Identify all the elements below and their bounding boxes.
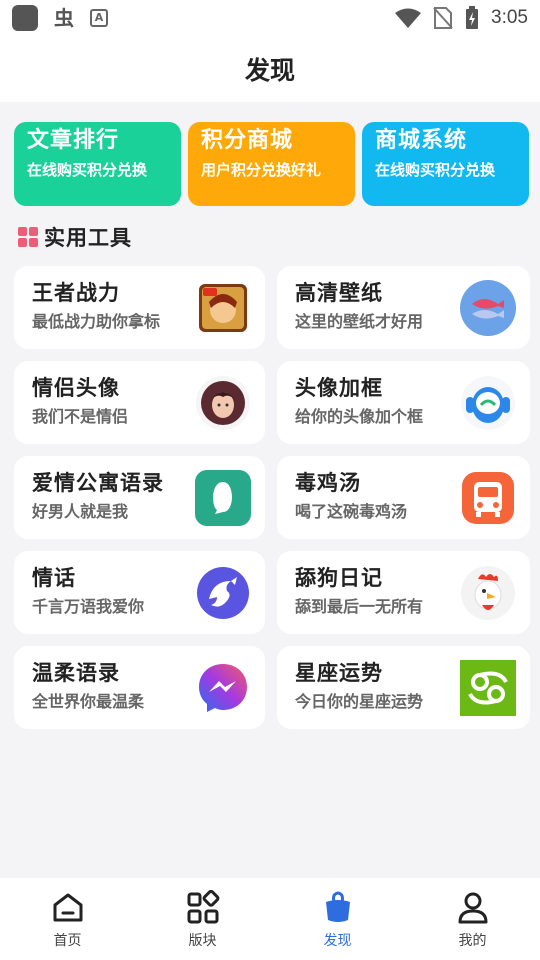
tab-label: 我的	[458, 933, 487, 949]
tab-label: 发现	[323, 933, 352, 949]
chat-bubble-icon	[195, 470, 251, 526]
bus-icon	[462, 472, 514, 524]
feature-title: 商城系统	[375, 128, 468, 153]
tab-mine[interactable]: 我的	[405, 878, 540, 960]
tool-card-ipartment-quotes[interactable]: 爱情公寓语录 好男人就是我	[14, 456, 265, 539]
rooster-icon	[461, 566, 515, 620]
no-sim-icon	[433, 7, 453, 29]
tool-card-king-power[interactable]: 王者战力 最低战力助你拿标	[14, 266, 265, 349]
feature-card-article-ranking[interactable]: 文章排行 在线购买积分兑换	[14, 122, 181, 206]
feature-desc: 在线购买积分兑换	[27, 161, 148, 179]
grid-icon	[18, 227, 38, 247]
user-icon	[458, 892, 487, 924]
feature-title: 文章排行	[27, 128, 120, 153]
feature-card-points-mall[interactable]: 积分商城 用户积分兑换好礼	[188, 122, 355, 206]
game-avatar-icon	[199, 284, 247, 332]
tool-card-hd-wallpaper[interactable]: 高清壁纸 这里的壁纸才好用	[277, 266, 530, 349]
tool-card-couple-avatar[interactable]: 情侣头像 我们不是情侣	[14, 361, 265, 444]
bottom-tab-bar: 首页 版块 发现 我的	[0, 878, 540, 960]
tool-card-simp-diary[interactable]: 舔狗日记 舔到最后一无所有	[277, 551, 530, 634]
tab-label: 首页	[53, 933, 82, 949]
feature-cards: 文章排行 在线购买积分兑换 积分商城 用户积分兑换好礼 商城系统 在线购买积分兑…	[14, 122, 530, 206]
tool-card-gentle-quotes[interactable]: 温柔语录 全世界你最温柔	[14, 646, 265, 729]
a-badge-icon: A	[90, 9, 108, 27]
tool-card-horoscope[interactable]: 星座运势 今日你的星座运势	[277, 646, 530, 729]
section-header: 实用工具	[18, 222, 132, 252]
tool-card-love-words[interactable]: 情话 千言万语我爱你	[14, 551, 265, 634]
home-icon	[53, 893, 82, 922]
discover-icon	[325, 891, 350, 922]
robot-icon	[461, 376, 515, 430]
battery-charging-icon	[466, 6, 479, 29]
status-bar: 虫 A 3:05	[0, 0, 540, 36]
messenger-icon	[199, 664, 247, 712]
page-title: 发现	[244, 56, 295, 85]
tool-card-avatar-frame[interactable]: 头像加框 给你的头像加个框	[277, 361, 530, 444]
wifi-icon	[395, 8, 422, 28]
cancer-zodiac-icon	[460, 660, 516, 716]
tool-card-toxic-soup[interactable]: 毒鸡汤 喝了这碗毒鸡汤	[277, 456, 530, 539]
clock-time: 3:05	[491, 7, 528, 28]
notification-square-icon	[12, 5, 38, 31]
tool-grid: 王者战力 最低战力助你拿标 高清壁纸 这里的壁纸才好用 情侣头像 我们不是情侣	[14, 266, 530, 729]
tab-sections[interactable]: 版块	[135, 878, 270, 960]
page-header: 发现	[0, 36, 540, 102]
tab-home[interactable]: 首页	[0, 878, 135, 960]
feature-card-mall-system[interactable]: 商城系统 在线购买积分兑换	[362, 122, 529, 206]
girl-avatar-icon	[196, 376, 250, 430]
grid-apps-icon	[187, 890, 219, 924]
feature-desc: 在线购买积分兑换	[375, 161, 496, 179]
feature-title: 积分商城	[201, 128, 294, 153]
dolphin-icon	[197, 567, 249, 619]
tab-label: 版块	[188, 933, 217, 949]
section-title: 实用工具	[44, 226, 132, 250]
bug-icon: 虫	[54, 6, 74, 30]
fish-icon	[460, 280, 516, 336]
tab-discover[interactable]: 发现	[270, 878, 405, 960]
feature-desc: 用户积分兑换好礼	[201, 161, 322, 179]
